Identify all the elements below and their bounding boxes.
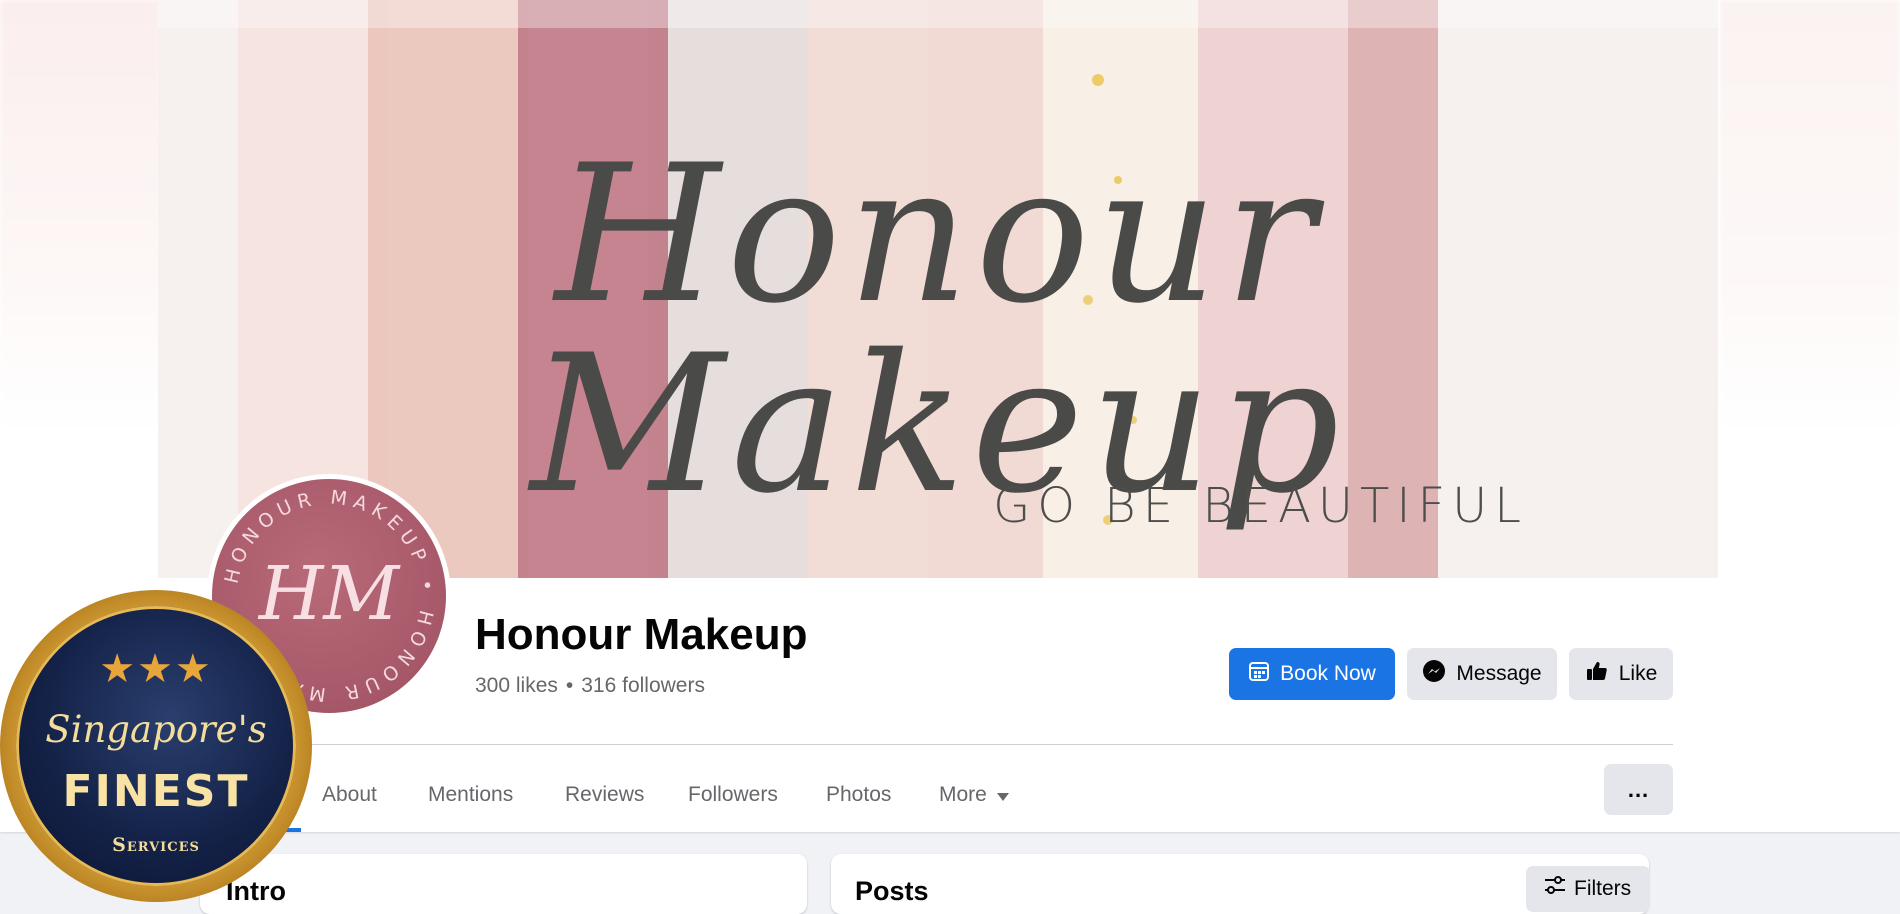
tab-reviews-label: Reviews <box>565 783 645 806</box>
caret-down-icon <box>996 783 1009 807</box>
tab-reviews[interactable]: Reviews <box>565 758 644 832</box>
tab-mentions[interactable]: Mentions <box>428 758 513 832</box>
more-options-button[interactable]: ... <box>1604 764 1673 815</box>
tab-photos[interactable]: Photos <box>826 758 891 832</box>
tab-photos-label: Photos <box>826 783 892 806</box>
sliders-icon <box>1544 876 1566 902</box>
posts-title: Posts <box>855 876 929 906</box>
tab-mentions-label: Mentions <box>428 783 514 806</box>
cover-title-script: Honour Makeup <box>530 124 1346 535</box>
badge-main-text: FINEST <box>62 766 250 817</box>
cover-backdrop-right <box>1720 0 1900 430</box>
messenger-icon <box>1422 659 1446 689</box>
tab-more-label: More <box>939 783 987 806</box>
logo-monogram: HM <box>257 551 402 637</box>
filters-label: Filters <box>1574 877 1632 900</box>
tab-more[interactable]: More <box>939 758 1009 832</box>
book-now-label: Book Now <box>1280 662 1376 685</box>
tab-followers[interactable]: Followers <box>688 758 778 832</box>
like-label: Like <box>1618 662 1658 685</box>
header-divider <box>230 744 1673 745</box>
badge-face: ★★★ Singapore's FINEST Services <box>16 606 296 886</box>
message-button[interactable]: Message <box>1407 648 1557 700</box>
followers-count[interactable]: 316 followers <box>581 674 705 697</box>
filters-button[interactable]: Filters <box>1526 866 1650 912</box>
like-button[interactable]: Like <box>1569 648 1673 700</box>
page-title: Honour Makeup <box>475 610 808 659</box>
singapores-finest-badge: ★★★ Singapore's FINEST Services <box>0 590 312 902</box>
stats-separator: • <box>565 674 574 697</box>
intro-title: Intro <box>226 876 286 906</box>
cover-tagline: GO BE BEAUTIFUL <box>993 478 1528 534</box>
tab-about-label: About <box>322 783 377 806</box>
calendar-icon <box>1248 660 1270 688</box>
tab-about[interactable]: About <box>322 758 377 832</box>
likes-count[interactable]: 300 likes <box>475 674 558 697</box>
tab-followers-label: Followers <box>688 783 778 806</box>
posts-card: Posts Filters <box>831 854 1650 914</box>
message-label: Message <box>1456 662 1542 685</box>
badge-stars-icon: ★★★ <box>99 647 213 691</box>
intro-card: Intro <box>200 854 807 914</box>
book-now-button[interactable]: Book Now <box>1229 648 1395 700</box>
ellipsis-icon: ... <box>1627 776 1650 802</box>
badge-sub-text: Services <box>112 834 200 856</box>
badge-script-text: Singapore's <box>45 708 267 751</box>
thumbs-up-icon <box>1585 659 1609 689</box>
page-stats: 300 likes • 316 followers <box>475 674 705 698</box>
cover-backdrop-left <box>0 0 160 430</box>
